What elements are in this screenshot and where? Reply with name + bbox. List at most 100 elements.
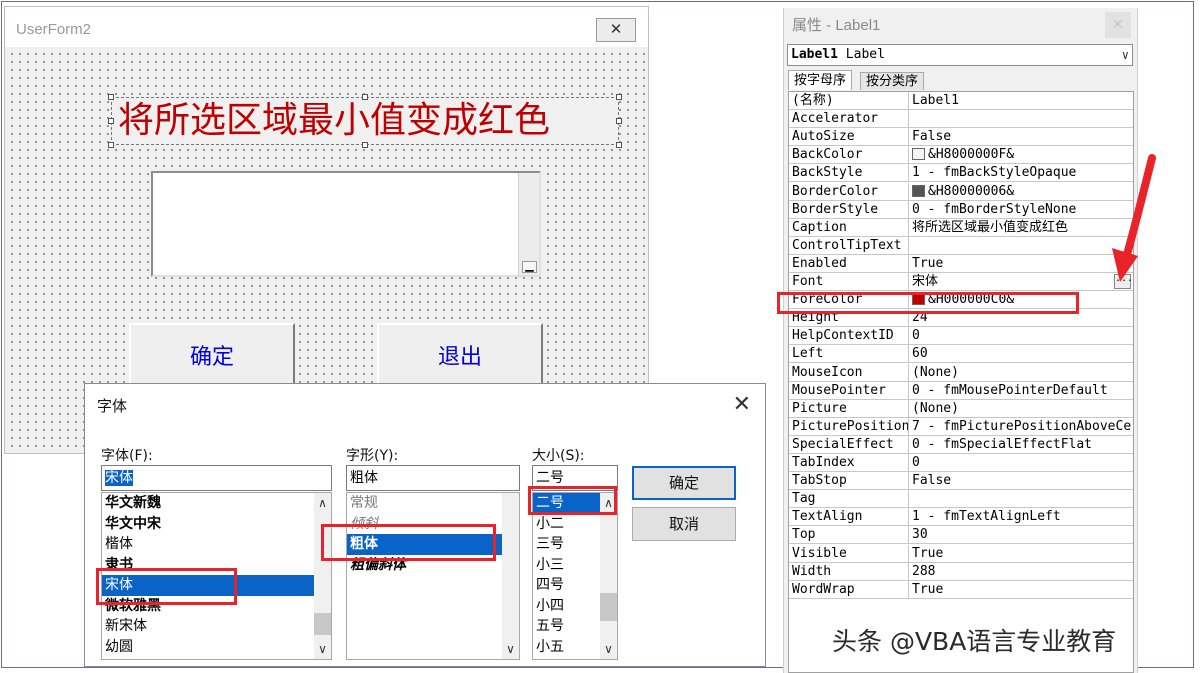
list-item[interactable]: 新宋体	[102, 616, 331, 637]
size-list-scrollbar[interactable]: ∧ ∨	[600, 493, 617, 659]
close-icon[interactable]: ✕	[596, 18, 636, 42]
list-item[interactable]: 华文中宋	[102, 514, 331, 535]
style-list-scrollbar[interactable]: ∨	[502, 493, 519, 659]
resize-handle[interactable]	[616, 142, 622, 148]
list-item[interactable]: 幼圆	[102, 637, 331, 658]
resize-handle[interactable]	[616, 118, 622, 124]
property-value[interactable]: (None)	[909, 400, 1133, 418]
property-row[interactable]: TextAlign 1 - fmTextAlignLeft	[789, 508, 1133, 527]
chevron-down-icon[interactable]: ∨	[502, 642, 519, 656]
property-row[interactable]: HelpContextID 0	[789, 327, 1133, 346]
scroll-thumb[interactable]	[314, 613, 331, 635]
property-value[interactable]: True	[909, 545, 1133, 563]
list-item[interactable]: 楷体	[102, 534, 331, 555]
label1-control[interactable]: 将所选区域最小值变成红色	[108, 94, 622, 148]
property-value[interactable]: 0 - fmSpecialEffectFlat	[909, 436, 1133, 454]
property-value[interactable]: False	[909, 128, 1133, 147]
property-value[interactable]: 宋体...	[909, 273, 1133, 291]
property-row[interactable]: Visible True	[789, 544, 1133, 563]
property-value[interactable]: False	[909, 472, 1133, 491]
property-row[interactable]: Width 288	[789, 562, 1133, 581]
property-row[interactable]: ControlTipText	[789, 236, 1133, 255]
textbox-control[interactable]: ▁	[151, 171, 541, 277]
property-row[interactable]: Tag	[789, 490, 1133, 509]
property-row[interactable]: BorderColor &H80000006&	[789, 182, 1133, 201]
property-row[interactable]: Top 30	[789, 526, 1133, 545]
property-value[interactable]: (None)	[909, 364, 1133, 382]
property-name: (名称)	[789, 92, 909, 110]
property-row[interactable]: Accelerator	[789, 110, 1133, 129]
property-row[interactable]: Caption 将所选区域最小值变成红色	[789, 218, 1133, 237]
object-selector[interactable]: Label1 Label ∨	[787, 44, 1133, 66]
property-value[interactable]: 0	[909, 454, 1133, 472]
property-value[interactable]: &H8000000F&	[909, 146, 1133, 165]
property-row[interactable]: (名称) Label1	[789, 92, 1133, 110]
close-icon[interactable]: ✕	[1105, 12, 1131, 38]
property-row[interactable]: Font 宋体...	[789, 273, 1133, 291]
property-value[interactable]	[909, 110, 1133, 129]
chevron-down-icon[interactable]: ∨	[1122, 45, 1129, 65]
dialog-ok-button[interactable]: 确定	[632, 466, 736, 500]
font-style-input[interactable]: 粗体	[346, 465, 520, 491]
property-value[interactable]: True	[909, 255, 1133, 273]
property-value-text: 288	[912, 563, 936, 579]
property-value[interactable]: 60	[909, 345, 1133, 364]
property-value[interactable]: 1 - fmTextAlignLeft	[909, 508, 1133, 527]
resize-handle[interactable]	[616, 94, 622, 100]
resize-handle[interactable]	[108, 118, 114, 124]
tab-categorized[interactable]: 按分类序	[860, 72, 925, 90]
property-value[interactable]	[909, 490, 1133, 509]
textbox-scrollbar[interactable]: ▁	[518, 173, 539, 275]
property-value[interactable]: Label1	[909, 92, 1133, 110]
font-name-input[interactable]: 宋体	[101, 465, 332, 491]
resize-handle[interactable]	[108, 142, 114, 148]
property-value[interactable]: True	[909, 581, 1133, 599]
chevron-down-icon[interactable]: ∨	[600, 642, 617, 656]
property-value[interactable]: 30	[909, 526, 1133, 545]
property-value[interactable]	[909, 237, 1133, 255]
property-name: BorderColor	[789, 182, 909, 201]
close-icon[interactable]: ✕	[733, 392, 751, 417]
chevron-up-icon[interactable]: ∧	[314, 496, 331, 510]
property-row[interactable]: BackColor &H8000000F&	[789, 146, 1133, 165]
property-value[interactable]: &H80000006&	[909, 183, 1133, 201]
property-row[interactable]: WordWrap True	[789, 580, 1133, 599]
property-row[interactable]: SpecialEffect 0 - fmSpecialEffectFlat	[789, 435, 1133, 454]
scroll-button[interactable]: ▁	[522, 260, 537, 273]
property-name: Visible	[789, 544, 909, 563]
font-list-scrollbar[interactable]: ∧ ∨	[314, 493, 331, 659]
tab-alphabetic[interactable]: 按字母序	[788, 70, 853, 90]
font-style-list[interactable]: 常规 倾斜 粗体 粗偏斜体 ∨	[346, 492, 520, 660]
property-value[interactable]: 0	[909, 327, 1133, 346]
scroll-thumb[interactable]	[600, 593, 617, 621]
color-swatch-icon	[912, 184, 925, 197]
property-value[interactable]: 0 - fmBorderStyleNone	[909, 201, 1133, 219]
property-row[interactable]: TabIndex 0	[789, 454, 1133, 472]
list-item[interactable]: 华文新魏	[102, 493, 331, 514]
resize-handle[interactable]	[362, 94, 368, 100]
dialog-cancel-button[interactable]: 取消	[632, 507, 736, 541]
property-row[interactable]: MousePointer 0 - fmMousePointerDefault	[789, 381, 1133, 400]
property-row[interactable]: TabStop False	[789, 472, 1133, 491]
font-size-list[interactable]: 二号 小二 三号 小三 四号 小四 五号 小五 ∧ ∨	[532, 492, 618, 660]
property-row[interactable]: Picture (None)	[789, 399, 1133, 418]
property-row[interactable]: MouseIcon (None)	[789, 363, 1133, 382]
resize-handle[interactable]	[108, 94, 114, 100]
property-value-text: 60	[912, 346, 928, 362]
list-item[interactable]: 常规	[347, 493, 519, 514]
property-value[interactable]: 288	[909, 563, 1133, 581]
resize-handle[interactable]	[362, 142, 368, 148]
property-value[interactable]: 1 - fmBackStyleOpaque	[909, 164, 1133, 183]
chevron-down-icon[interactable]: ∨	[314, 642, 331, 656]
property-row[interactable]: BorderStyle 0 - fmBorderStyleNone	[789, 200, 1133, 219]
property-value[interactable]: 7 - fmPicturePositionAboveCer	[909, 418, 1133, 436]
property-row[interactable]: Left 60	[789, 345, 1133, 364]
object-name: Label1	[791, 47, 838, 62]
property-value[interactable]: 0 - fmMousePointerDefault	[909, 382, 1133, 400]
property-row[interactable]: BackStyle 1 - fmBackStyleOpaque	[789, 164, 1133, 183]
property-value[interactable]: 将所选区域最小值变成红色	[909, 219, 1133, 237]
property-name: ControlTipText	[789, 236, 909, 255]
property-row[interactable]: PicturePosition 7 - fmPicturePositionAbov…	[789, 417, 1133, 436]
property-row[interactable]: AutoSize False	[789, 128, 1133, 147]
property-row[interactable]: Enabled True	[789, 254, 1133, 273]
